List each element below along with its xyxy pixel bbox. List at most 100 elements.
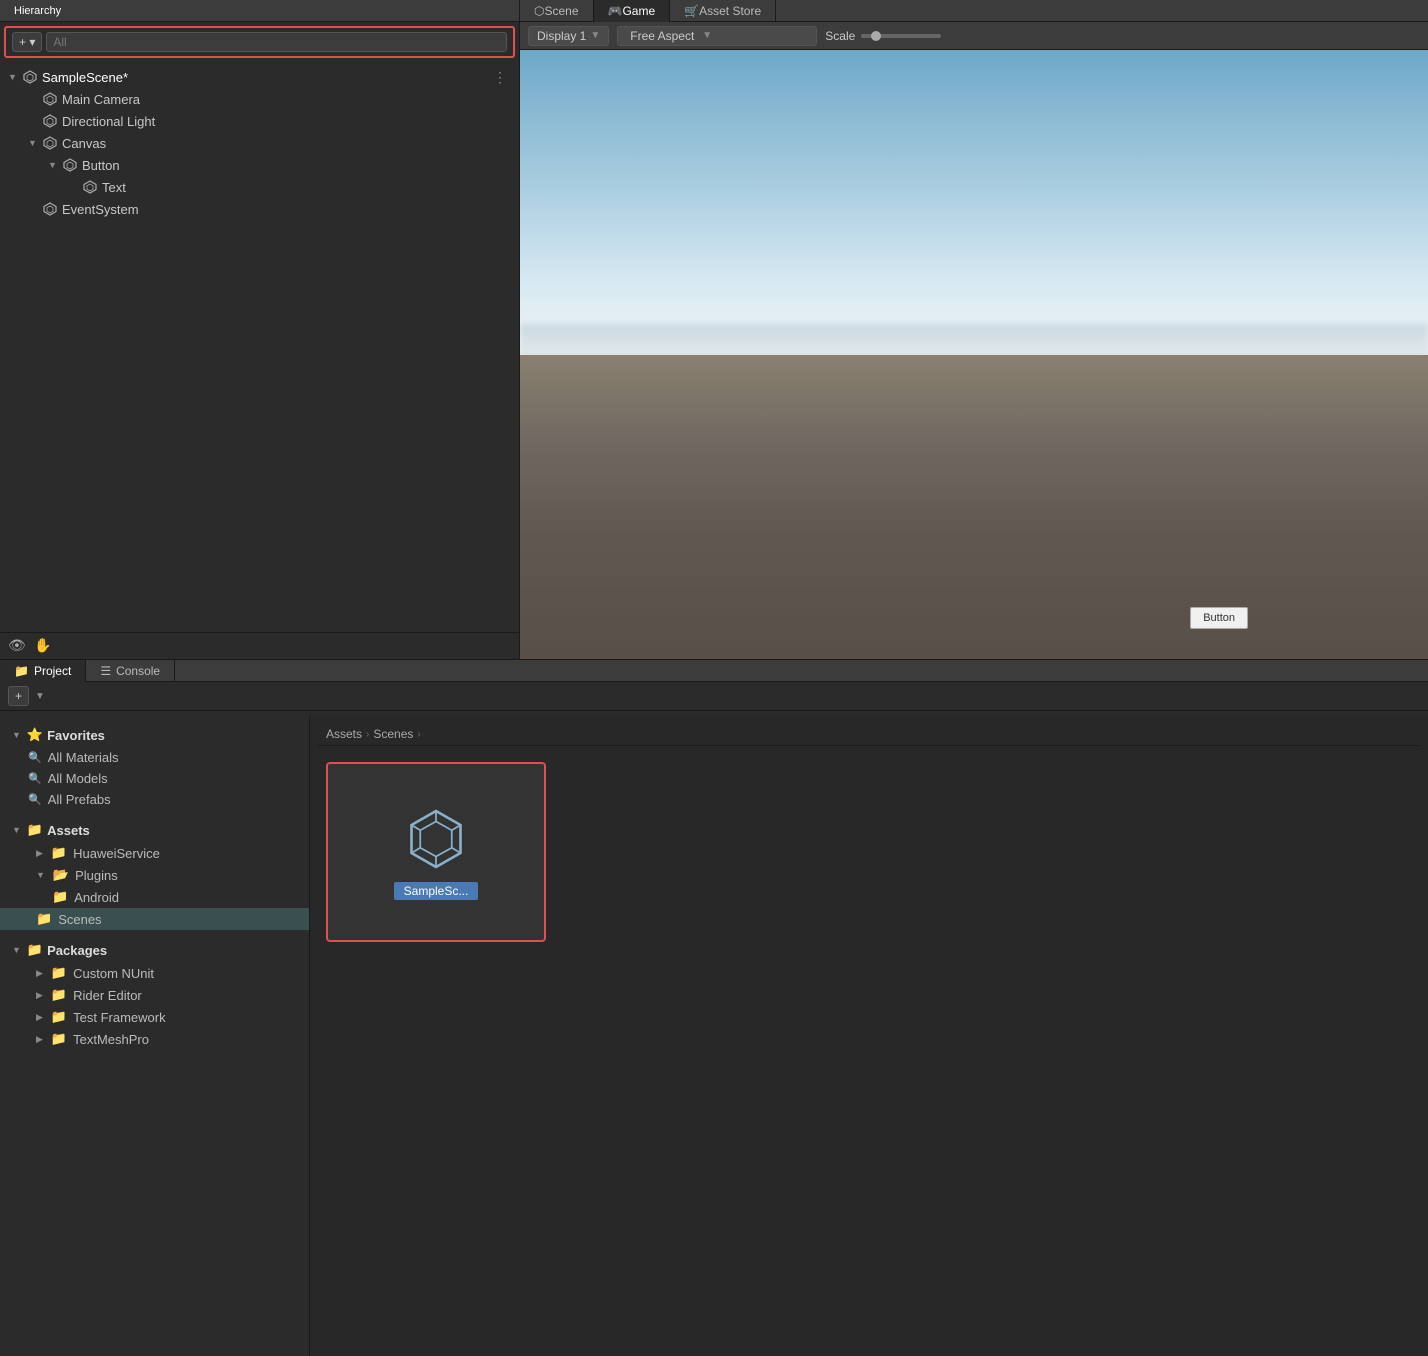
text-item[interactable]: Text: [60, 176, 519, 198]
console-tab[interactable]: ☰ Console: [86, 660, 175, 682]
display-dropdown[interactable]: Display 1 ▼: [528, 26, 609, 46]
bottom-tab-bar: 📁 Project ☰ Console: [0, 660, 1428, 682]
all-materials-label: All Materials: [48, 750, 119, 765]
packages-arrow-icon: ▼: [12, 945, 21, 955]
hierarchy-tab-bar: Hierarchy: [0, 0, 519, 22]
project-add-button[interactable]: +: [8, 686, 29, 706]
android-item[interactable]: 📁 Android: [0, 886, 309, 908]
project-tab-icon: 📁: [14, 664, 29, 678]
hierarchy-toolbar: + ▾: [4, 26, 515, 58]
rider-editor-item[interactable]: ▶ 📁 Rider Editor: [0, 984, 309, 1006]
project-tab[interactable]: 📁 Project: [0, 660, 86, 682]
textmeshpro-label: TextMeshPro: [73, 1032, 149, 1047]
test-framework-arrow-icon: ▶: [36, 1012, 43, 1023]
all-models-label: All Models: [48, 771, 108, 786]
all-prefabs-label: All Prefabs: [48, 792, 111, 807]
game-panel: ⬡ Scene 🎮 Game 🛒 Asset Store Display 1 ▼…: [520, 0, 1428, 659]
all-materials-item[interactable]: 🔍 All Materials: [0, 747, 309, 768]
favorites-star-icon: ⭐: [27, 727, 43, 743]
project-tab-label: Project: [34, 664, 71, 678]
rider-editor-arrow-icon: ▶: [36, 990, 43, 1001]
asset-store-tab-icon: 🛒: [684, 4, 699, 18]
scale-label: Scale: [825, 29, 855, 43]
eventsystem-label: EventSystem: [62, 202, 139, 217]
favorites-header[interactable]: ▼ ⭐ Favorites: [0, 723, 309, 747]
console-tab-icon: ☰: [100, 664, 111, 678]
game-tab-bar: ⬡ Scene 🎮 Game 🛒 Asset Store: [520, 0, 1428, 22]
hierarchy-panel: Hierarchy + ▾ ▼ SampleScene* ⋮: [0, 0, 520, 659]
test-framework-label: Test Framework: [73, 1010, 165, 1025]
all-models-item[interactable]: 🔍 All Models: [0, 768, 309, 789]
lock-icon[interactable]: ✋: [34, 637, 52, 655]
asset-store-tab-label: Asset Store: [699, 4, 761, 18]
breadcrumb-scenes[interactable]: Scenes: [373, 727, 413, 741]
huaweiservice-label: HuaweiService: [73, 846, 160, 861]
scenes-item[interactable]: 📁 Scenes: [0, 908, 309, 930]
huaweiservice-arrow-icon: ▶: [36, 848, 43, 859]
hierarchy-tab[interactable]: Hierarchy: [8, 3, 67, 19]
favorites-arrow-icon: ▼: [12, 730, 21, 740]
button-item[interactable]: ▼ Button: [40, 154, 519, 176]
bottom-area: 📁 Project ☰ Console + ▼ ▼ ⭐ Favorites 🔍 …: [0, 660, 1428, 1356]
huaweiservice-folder-icon: 📁: [51, 845, 67, 861]
textmeshpro-item[interactable]: ▶ 📁 TextMeshPro: [0, 1028, 309, 1050]
project-main: Assets › Scenes ›: [310, 715, 1428, 1356]
packages-header[interactable]: ▼ 📁 Packages: [0, 938, 309, 962]
aspect-dropdown[interactable]: Free Aspect ▼: [617, 26, 817, 46]
unity-logo-icon: [401, 804, 471, 874]
all-prefabs-search-icon: 🔍: [28, 793, 42, 806]
hierarchy-search-input[interactable]: [46, 32, 507, 52]
visibility-icon[interactable]: 👁: [8, 637, 26, 655]
text-label: Text: [102, 180, 126, 195]
android-folder-icon: 📁: [52, 889, 68, 905]
game-viewport: Button: [520, 50, 1428, 659]
canvas-item[interactable]: ▼ Canvas: [20, 132, 519, 154]
plugins-arrow-icon: ▼: [36, 870, 45, 880]
assets-header[interactable]: ▼ 📁 Assets: [0, 818, 309, 842]
project-sidebar: ▼ ⭐ Favorites 🔍 All Materials 🔍 All Mode…: [0, 715, 310, 1356]
button-label: Button: [82, 158, 120, 173]
rider-editor-folder-icon: 📁: [51, 987, 67, 1003]
plugins-item[interactable]: ▼ 📂 Plugins: [0, 864, 309, 886]
breadcrumb-bar: Assets › Scenes ›: [318, 723, 1420, 746]
display-label: Display 1: [537, 29, 586, 43]
custom-nunit-label: Custom NUnit: [73, 966, 154, 981]
custom-nunit-item[interactable]: ▶ 📁 Custom NUnit: [0, 962, 309, 984]
aspect-chevron-icon: ▼: [702, 30, 712, 41]
main-camera-item[interactable]: Main Camera: [20, 88, 519, 110]
scene-options-button[interactable]: ⋮: [489, 69, 511, 86]
scenes-folder-icon: 📁: [36, 911, 52, 927]
test-framework-item[interactable]: ▶ 📁 Test Framework: [0, 1006, 309, 1028]
scale-slider[interactable]: [861, 34, 941, 38]
game-tab-label: Game: [622, 4, 655, 18]
project-add-chevron-icon: ▼: [35, 691, 45, 702]
directional-light-item[interactable]: Directional Light: [20, 110, 519, 132]
aspect-label: Free Aspect: [630, 29, 694, 43]
all-prefabs-item[interactable]: 🔍 All Prefabs: [0, 789, 309, 810]
huaweiservice-item[interactable]: ▶ 📁 HuaweiService: [0, 842, 309, 864]
scene-expand-arrow: ▼: [8, 72, 20, 82]
add-object-button[interactable]: + ▾: [12, 32, 42, 52]
custom-nunit-folder-icon: 📁: [51, 965, 67, 981]
scale-control: Scale: [825, 29, 941, 43]
game-toolbar: Display 1 ▼ Free Aspect ▼ Scale: [520, 22, 1428, 50]
hierarchy-content: ▼ SampleScene* ⋮: [0, 62, 519, 632]
game-tab-icon: 🎮: [608, 4, 623, 18]
directional-light-icon: [42, 113, 58, 129]
button-arrow: ▼: [48, 160, 60, 170]
scene-tab[interactable]: ⬡ Scene: [520, 0, 594, 22]
display-chevron-icon: ▼: [590, 30, 600, 41]
assets-label: Assets: [47, 823, 90, 838]
asset-store-tab[interactable]: 🛒 Asset Store: [670, 0, 776, 22]
eventsystem-item[interactable]: EventSystem: [20, 198, 519, 220]
packages-folder-icon: 📁: [27, 942, 43, 958]
game-button-ui: Button: [1190, 607, 1248, 629]
game-tab[interactable]: 🎮 Game: [594, 0, 671, 22]
android-label: Android: [74, 890, 119, 905]
breadcrumb-assets[interactable]: Assets: [326, 727, 362, 741]
main-camera-label: Main Camera: [62, 92, 140, 107]
all-materials-search-icon: 🔍: [28, 751, 42, 764]
sample-scene-asset[interactable]: SampleSc...: [326, 762, 546, 942]
scene-root-item[interactable]: ▼ SampleScene* ⋮: [0, 66, 519, 88]
packages-label: Packages: [47, 943, 107, 958]
